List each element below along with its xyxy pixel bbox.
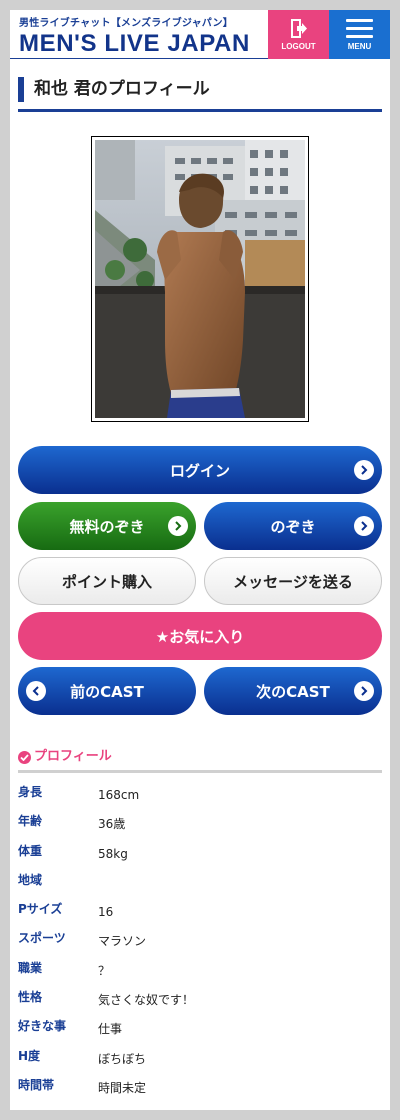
chevron-right-icon — [354, 516, 374, 536]
send-message-label: メッセージを送る — [233, 572, 353, 591]
profile-row-key: 身長 — [18, 785, 43, 799]
chevron-left-icon — [26, 681, 46, 701]
profile-row-key: 体重 — [18, 843, 43, 858]
send-message-button[interactable]: メッセージを送る — [204, 557, 382, 605]
profile-row: 身長 168cm — [18, 784, 382, 813]
next-cast-button[interactable]: 次のCAST — [204, 667, 382, 715]
profile-row-key: 性格 — [18, 990, 43, 1005]
favorite-button[interactable]: ★お気に入り — [18, 612, 382, 660]
profile-row-value: 時間未定 — [98, 1080, 147, 1095]
buy-points-button[interactable]: ポイント購入 — [18, 557, 196, 605]
profile-row-value: 仕事 — [98, 1022, 123, 1037]
profile-row: 体重 58kg — [18, 843, 382, 872]
prev-cast-label: 前のCAST — [70, 682, 144, 701]
hamburger-icon — [346, 19, 373, 38]
check-circle-icon — [18, 751, 31, 764]
profile-photo — [91, 136, 309, 422]
page-frame: 男性ライブチャット【メンズライブジャパン】 MEN'S LIVE JAPAN L… — [10, 10, 390, 1110]
profile-row-key: 好きな事 — [18, 1019, 67, 1034]
site-header: 男性ライブチャット【メンズライブジャパン】 MEN'S LIVE JAPAN L… — [10, 10, 390, 59]
profile-row: 好きな事 仕事 — [18, 1018, 382, 1047]
profile-row-key: 職業 — [18, 960, 43, 975]
chevron-right-icon — [354, 460, 374, 480]
site-logo[interactable]: 男性ライブチャット【メンズライブジャパン】 MEN'S LIVE JAPAN — [19, 14, 250, 58]
profile-row-value: 58kg — [98, 846, 128, 861]
menu-button[interactable]: MENU — [329, 10, 390, 59]
peek-button[interactable]: のぞき — [204, 502, 382, 550]
page-title: 和也 君のプロフィール — [34, 79, 210, 99]
buy-points-label: ポイント購入 — [61, 572, 152, 591]
profile-table: 身長 168cm 年齢 36歳体重 58kg 地域 Pサイズ 16 スポーツ マラソン職業 ？ 性格 気… — [18, 784, 382, 1106]
profile-row-value: 36歳 — [98, 817, 126, 832]
prev-cast-button[interactable]: 前のCAST — [18, 667, 196, 715]
profile-row: 年齢 36歳 — [18, 813, 382, 842]
profile-row: 職業 ？ — [18, 960, 382, 989]
next-cast-label: 次のCAST — [256, 682, 330, 701]
profile-row: Pサイズ 16 — [18, 901, 382, 930]
chevron-right-icon — [168, 516, 188, 536]
favorite-label: ★お気に入り — [155, 627, 245, 646]
free-peek-button[interactable]: 無料のぞき — [18, 502, 196, 550]
profile-row-value: ぼちぼち — [98, 1051, 147, 1066]
profile-row-value: ？ — [98, 963, 111, 978]
logout-icon — [291, 19, 307, 38]
page-title-block: 和也 君のプロフィール — [18, 75, 382, 112]
profile-row-value: 168cm — [98, 788, 140, 802]
profile-row-key: 年齢 — [18, 814, 43, 829]
login-button[interactable]: ログイン — [18, 446, 382, 494]
profile-row-key: スポーツ — [18, 931, 66, 946]
profile-row-key: 地域 — [18, 872, 43, 887]
profile-row: スポーツ マラソン — [18, 930, 382, 959]
profile-row-key: Pサイズ — [18, 902, 63, 917]
profile-row-key: H度 — [18, 1048, 41, 1063]
profile-row: 性格 気さくな奴です！ — [18, 989, 382, 1018]
profile-row-key: 時間帯 — [18, 1077, 55, 1092]
site-title: MEN'S LIVE JAPAN — [19, 30, 250, 57]
profile-row-value: 16 — [98, 905, 114, 920]
logout-label: LOGOUT — [281, 42, 316, 51]
profile-heading-label: プロフィール — [34, 749, 112, 764]
title-accent-bar — [18, 77, 24, 102]
peek-label: のぞき — [270, 517, 316, 536]
profile-row: 地域 — [18, 872, 382, 901]
site-subtitle: 男性ライブチャット【メンズライブジャパン】 — [19, 18, 233, 29]
profile-photo-image — [95, 140, 305, 418]
profile-row: H度 ぼちぼち — [18, 1048, 382, 1077]
chevron-right-icon — [354, 681, 374, 701]
free-peek-label: 無料のぞき — [69, 517, 145, 536]
login-label: ログイン — [169, 461, 230, 480]
profile-row: 時間帯 時間未定 — [18, 1077, 382, 1106]
logout-button[interactable]: LOGOUT — [268, 10, 329, 59]
profile-row-value: マラソン — [98, 934, 147, 949]
profile-heading: プロフィール — [18, 746, 382, 773]
profile-row-value: 気さくな奴です！ — [98, 993, 195, 1008]
menu-label: MENU — [347, 42, 372, 51]
